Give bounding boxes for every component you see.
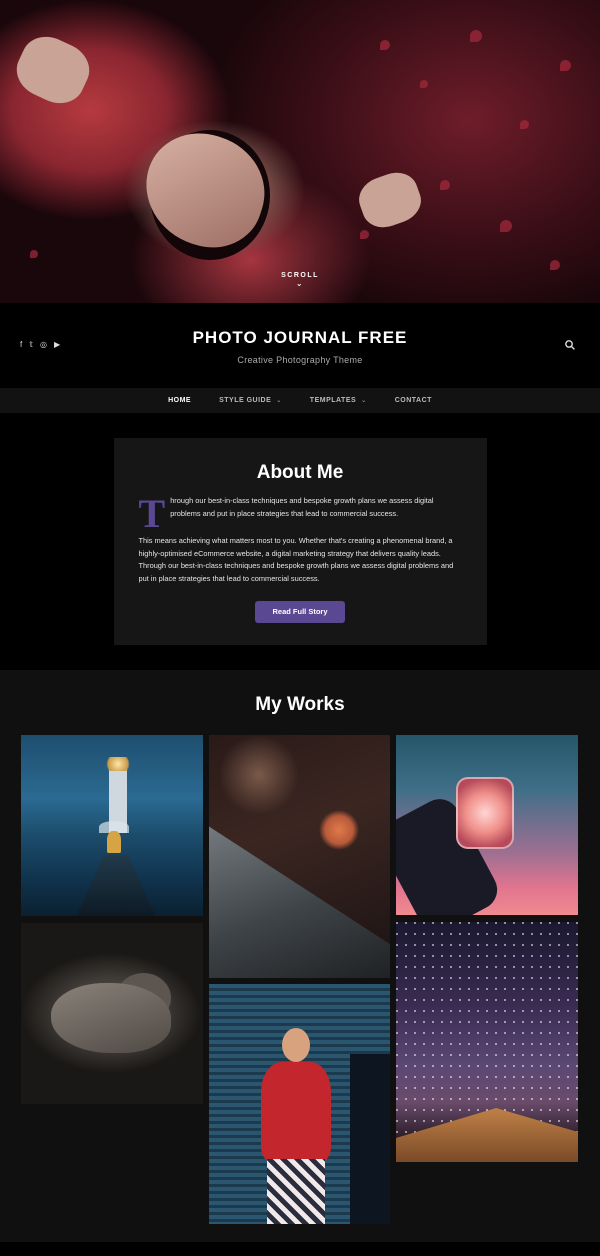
- read-full-story-button[interactable]: Read Full Story: [255, 601, 345, 623]
- nav-item-templates[interactable]: TEMPLATES ⌄: [310, 397, 367, 404]
- brand: PHOTO JOURNAL FREE Creative Photography …: [0, 328, 600, 365]
- nav-item-label: CONTACT: [394, 397, 432, 404]
- work-lighthouse-photo[interactable]: [21, 735, 203, 916]
- chevron-down-icon: ⌄: [295, 279, 305, 288]
- nav-item-label: HOME: [168, 397, 192, 404]
- chevron-down-icon: ⌄: [361, 398, 367, 404]
- scroll-label: SCROLL: [281, 272, 319, 279]
- work-night-sky-photo[interactable]: [396, 922, 578, 1162]
- scroll-indicator[interactable]: SCROLL ⌄: [0, 272, 600, 288]
- site-tagline: Creative Photography Theme: [237, 355, 363, 365]
- site-title[interactable]: PHOTO JOURNAL FREE: [0, 328, 600, 348]
- main-nav: HOME STYLE GUIDE ⌄ TEMPLATES ⌄ CONTACT: [0, 388, 600, 413]
- about-card: About Me T hrough our best-in-class tech…: [113, 438, 487, 645]
- work-dog-photo[interactable]: [21, 923, 203, 1104]
- about-heading: About Me: [256, 462, 344, 483]
- nav-item-label: STYLE GUIDE: [219, 397, 272, 404]
- work-raindrops-photo[interactable]: [209, 735, 390, 978]
- nav-item-label: TEMPLATES: [309, 397, 357, 404]
- work-jar-lights-photo[interactable]: [396, 735, 578, 915]
- about-paragraph-1-text: hrough our best-in-class techniques and …: [170, 496, 434, 518]
- about-paragraph-2: This means achieving what matters most t…: [138, 536, 454, 583]
- about-paragraph-1: T hrough our best-in-class techniques an…: [138, 491, 462, 536]
- search-icon[interactable]: [564, 339, 576, 351]
- nav-item-style-guide[interactable]: STYLE GUIDE ⌄: [219, 397, 282, 404]
- site-header: f 𝕥 ◎ ▶ PHOTO JOURNAL FREE Creative Phot…: [0, 303, 600, 388]
- nav-item-home[interactable]: HOME: [168, 397, 191, 404]
- chevron-down-icon: ⌄: [276, 398, 282, 404]
- works-section: My Works: [0, 670, 600, 1256]
- works-heading: My Works: [255, 694, 345, 715]
- page-footer-strip: [0, 1242, 600, 1256]
- dropcap: T: [138, 491, 166, 536]
- nav-item-contact[interactable]: CONTACT: [395, 397, 432, 404]
- hero-image: SCROLL ⌄: [0, 0, 600, 303]
- about-section: About Me T hrough our best-in-class tech…: [0, 413, 600, 670]
- work-portrait-photo[interactable]: [209, 984, 390, 1224]
